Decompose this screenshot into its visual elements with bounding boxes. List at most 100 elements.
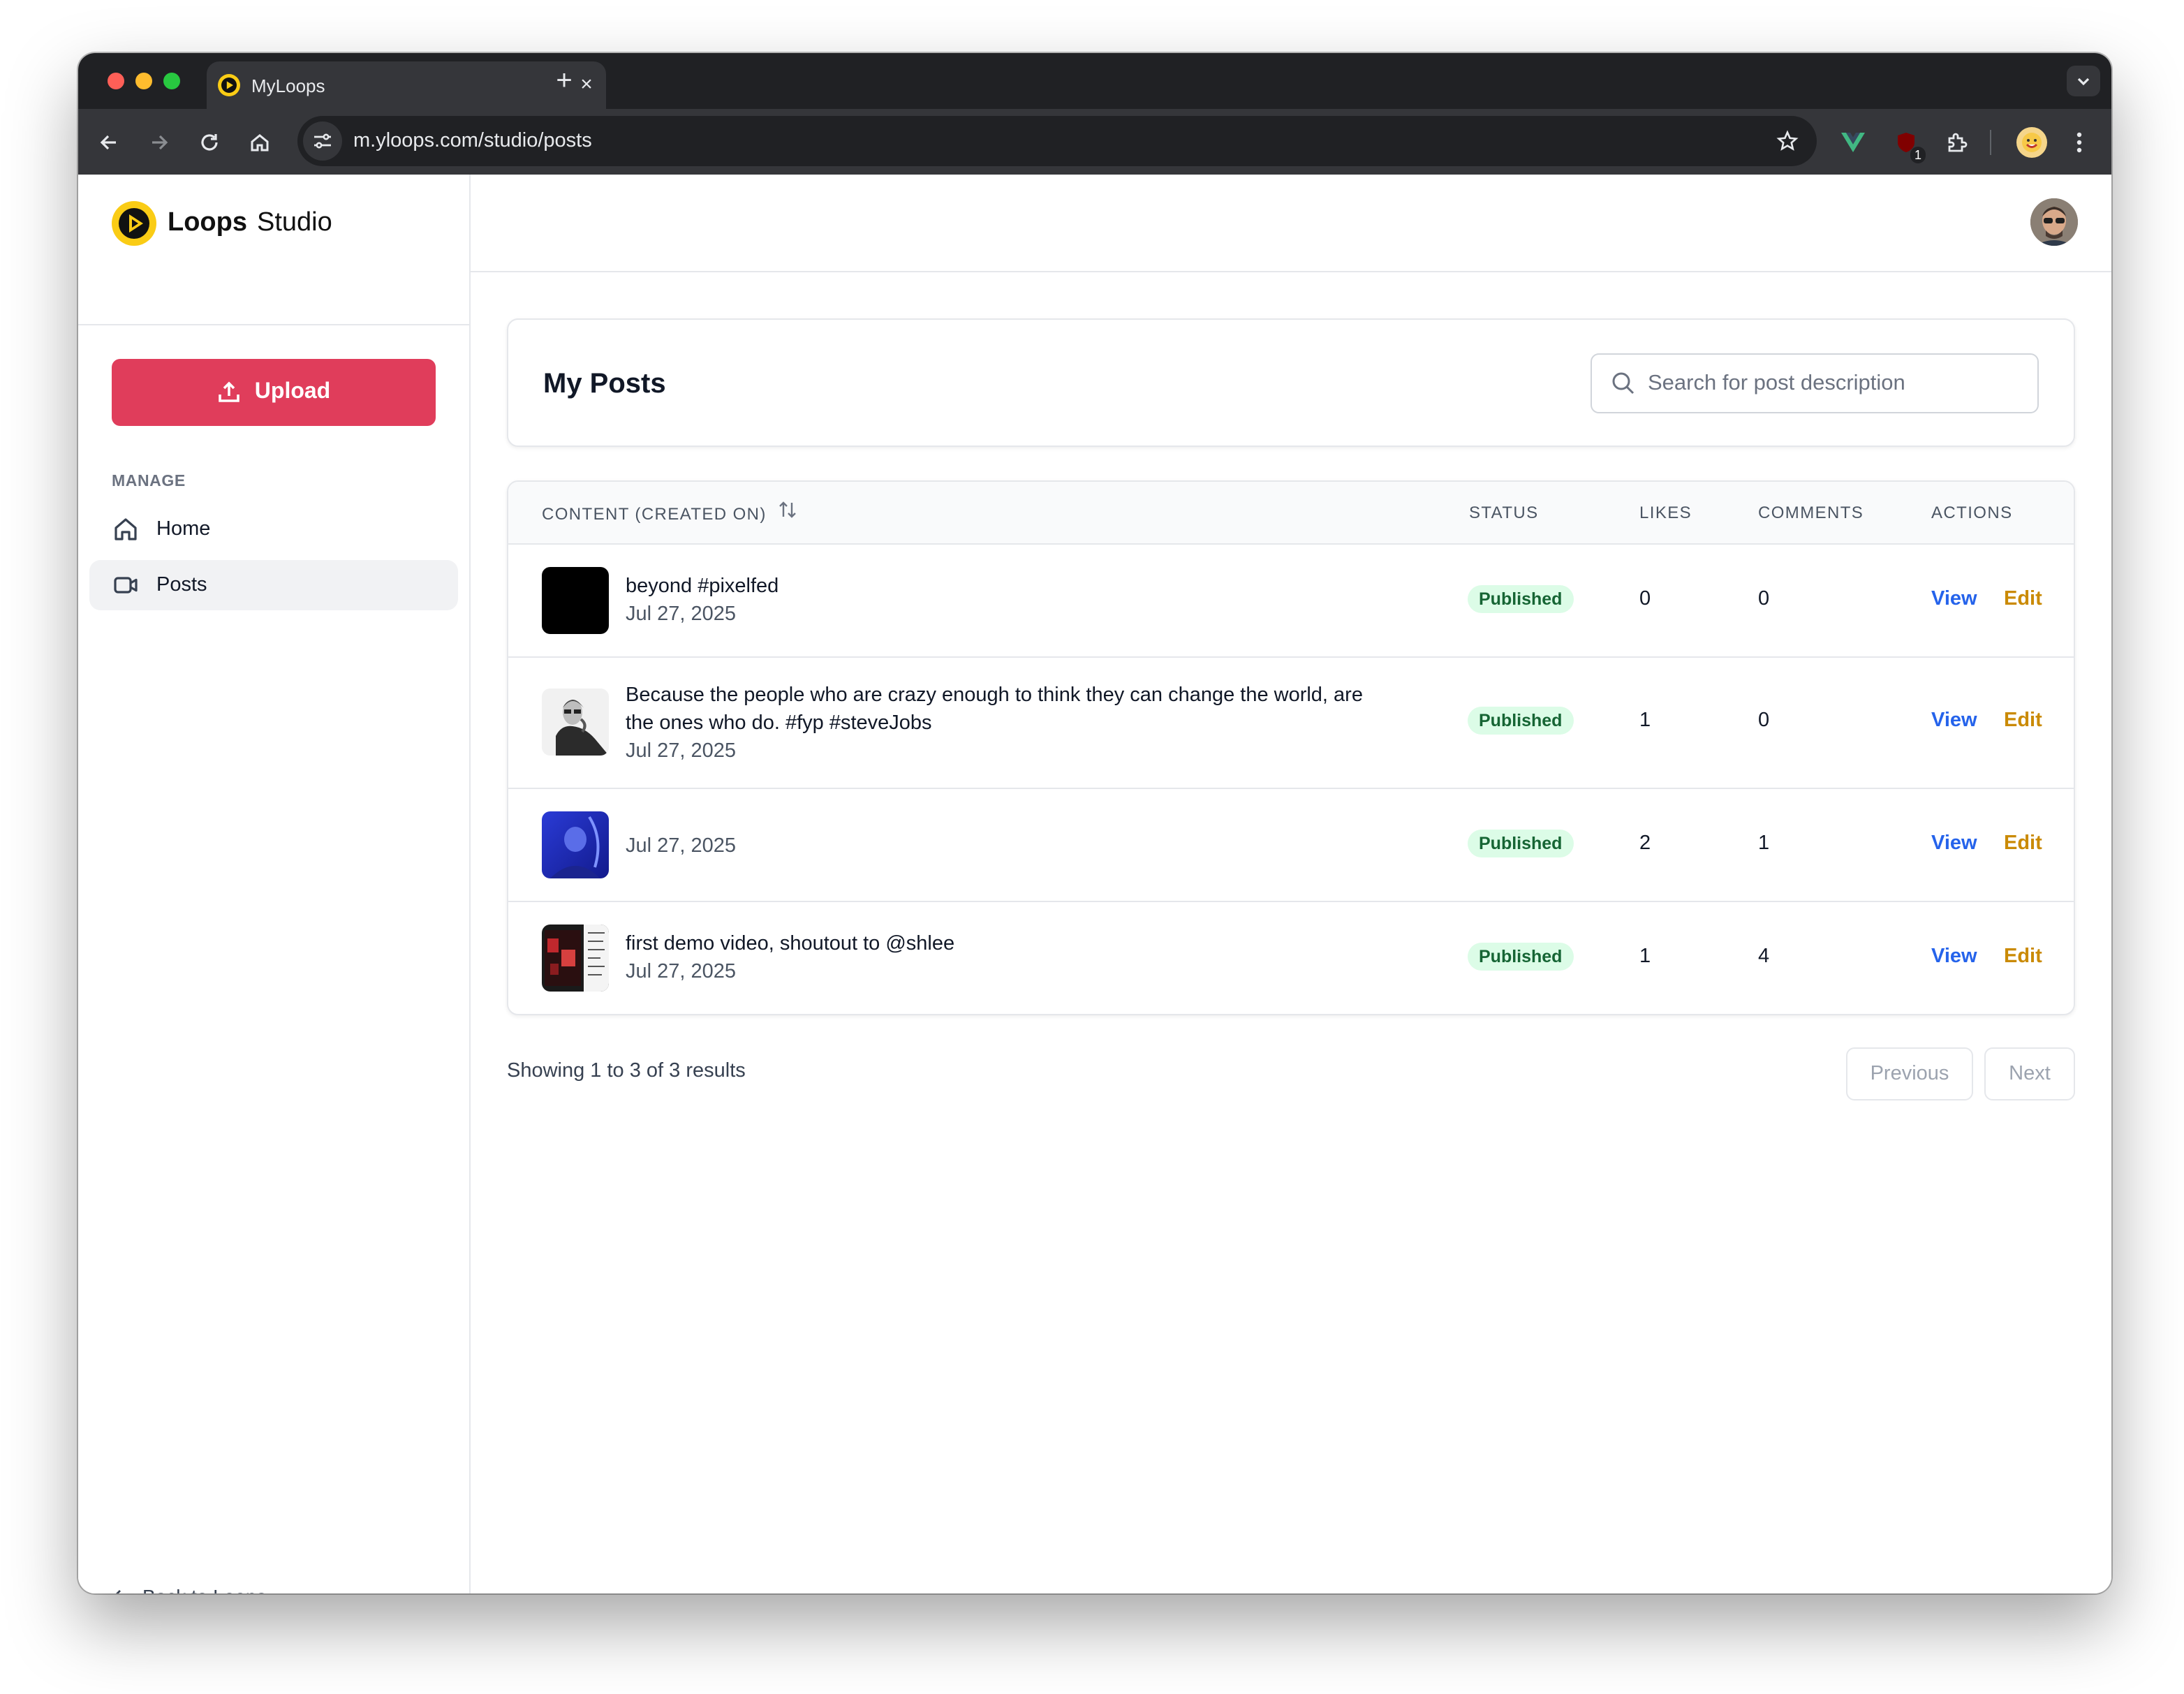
tab-title: MyLoops xyxy=(251,75,325,96)
post-date: Jul 27, 2025 xyxy=(626,961,737,983)
profile-button[interactable] xyxy=(2016,127,2047,158)
tab-bar: MyLoops × + xyxy=(78,53,2111,109)
profile-avatar-icon xyxy=(2022,133,2042,152)
post-description-line2: the ones who do. #fyp #steveJobs xyxy=(626,712,932,735)
post-thumbnail[interactable] xyxy=(542,811,609,878)
view-link[interactable]: View xyxy=(1931,709,1977,732)
view-link[interactable]: View xyxy=(1931,588,1977,610)
upload-icon xyxy=(219,381,240,402)
puzzle-icon xyxy=(1947,132,1967,152)
home-button[interactable] xyxy=(243,126,276,159)
post-content-cell: beyond #pixelfed Jul 27, 2025 xyxy=(626,573,1408,628)
edit-link[interactable]: Edit xyxy=(2004,709,2042,732)
new-tab-button[interactable]: + xyxy=(545,61,584,101)
user-photo-icon xyxy=(2030,198,2078,246)
sort-icon[interactable] xyxy=(778,499,797,521)
column-content[interactable]: CONTENT (CREATED ON) xyxy=(542,504,767,524)
edit-link[interactable]: Edit xyxy=(2004,588,2042,610)
sidebar-item-home[interactable]: Home xyxy=(89,504,458,554)
top-header xyxy=(471,175,2111,272)
previous-button[interactable]: Previous xyxy=(1846,1047,1973,1100)
table-row: Because the people who are crazy enough … xyxy=(508,658,2074,789)
post-description: beyond #pixelfed xyxy=(626,575,779,598)
post-thumbnail[interactable] xyxy=(542,925,609,992)
vue-devtools-extension[interactable] xyxy=(1836,126,1870,159)
upload-label: Upload xyxy=(254,380,331,404)
post-description: Because the people who are crazy enough … xyxy=(626,684,1363,707)
portrait-thumbnail-icon xyxy=(542,688,609,756)
ublock-extension[interactable]: 1 xyxy=(1889,126,1926,163)
view-link[interactable]: View xyxy=(1931,832,1977,855)
address-bar[interactable]: m.yloops.com/studio/posts xyxy=(297,116,1817,166)
browser-toolbar: m.yloops.com/studio/posts 1 xyxy=(78,109,2111,175)
close-window-button[interactable] xyxy=(108,73,124,89)
loops-favicon-icon xyxy=(218,74,240,96)
screen-recording-thumbnail-icon xyxy=(542,925,609,992)
extensions-button[interactable] xyxy=(1940,126,1973,159)
posts-header-card: My Posts xyxy=(507,318,2075,447)
user-avatar[interactable] xyxy=(2030,198,2078,246)
view-link[interactable]: View xyxy=(1931,945,1977,968)
status-badge: Published xyxy=(1468,707,1574,735)
status-badge: Published xyxy=(1468,585,1574,613)
comments-count: 0 xyxy=(1758,709,1770,732)
manage-section-label: MANAGE xyxy=(112,473,186,490)
likes-count: 1 xyxy=(1639,709,1651,732)
sidebar-item-posts[interactable]: Posts xyxy=(89,560,458,610)
back-to-loops-link[interactable]: Back to Loops xyxy=(112,1585,266,1593)
extension-badge: 1 xyxy=(1910,147,1926,163)
star-icon xyxy=(1776,130,1799,151)
upload-button[interactable]: Upload xyxy=(112,359,436,426)
tab-search-button[interactable] xyxy=(2067,66,2100,96)
sidebar: Loops Studio Upload MANAGE Home Posts Ba… xyxy=(78,175,471,1593)
likes-count: 2 xyxy=(1639,832,1651,855)
reload-button[interactable] xyxy=(193,126,226,159)
brand-logo[interactable]: Loops Studio xyxy=(112,201,332,246)
next-button[interactable]: Next xyxy=(1984,1047,2075,1100)
browser-window: MyLoops × + m.yloops.com/studio/posts 1 … xyxy=(78,53,2111,1593)
back-link-label: Back to Loops xyxy=(142,1585,266,1593)
comments-count: 1 xyxy=(1758,832,1770,855)
arrow-left-icon xyxy=(116,1590,121,1593)
post-content-cell: Jul 27, 2025 xyxy=(626,832,1408,860)
search-input[interactable] xyxy=(1648,371,2011,396)
loops-logo-icon xyxy=(112,201,156,246)
maximize-window-button[interactable] xyxy=(163,73,180,89)
url-text[interactable]: m.yloops.com/studio/posts xyxy=(353,130,1766,152)
edit-link[interactable]: Edit xyxy=(2004,832,2042,855)
likes-count: 1 xyxy=(1639,945,1651,968)
table-row: first demo video, shoutout to @shlee Jul… xyxy=(508,902,2074,1014)
search-box[interactable] xyxy=(1591,353,2039,413)
home-icon xyxy=(251,134,269,152)
post-content-cell: Because the people who are crazy enough … xyxy=(626,682,1408,765)
toolbar-separator xyxy=(1990,130,1991,155)
status-badge: Published xyxy=(1468,943,1574,971)
arrow-right-icon xyxy=(152,135,168,150)
video-icon xyxy=(114,577,138,594)
post-content-cell: first demo video, shoutout to @shlee Jul… xyxy=(626,930,1408,986)
more-vertical-icon xyxy=(2076,132,2082,153)
post-date: Jul 27, 2025 xyxy=(626,835,737,857)
edit-link[interactable]: Edit xyxy=(2004,945,2042,968)
back-button[interactable] xyxy=(92,126,126,159)
minimize-window-button[interactable] xyxy=(135,73,152,89)
page-title: My Posts xyxy=(543,369,666,399)
browser-menu-button[interactable] xyxy=(2063,126,2096,159)
post-thumbnail[interactable] xyxy=(542,688,609,756)
forward-button[interactable] xyxy=(142,126,176,159)
vue-icon xyxy=(1841,133,1865,152)
arrow-left-icon xyxy=(100,135,116,150)
site-info-button[interactable] xyxy=(303,121,342,161)
post-date: Jul 27, 2025 xyxy=(626,740,737,763)
home-icon xyxy=(115,518,137,540)
post-thumbnail[interactable] xyxy=(542,567,609,634)
tune-icon xyxy=(314,133,331,149)
column-actions: ACTIONS xyxy=(1931,503,2013,522)
blue-scene-thumbnail-icon xyxy=(542,811,609,878)
post-description: first demo video, shoutout to @shlee xyxy=(626,933,955,955)
table-row: beyond #pixelfed Jul 27, 2025 Published … xyxy=(508,545,2074,658)
sidebar-item-label: Home xyxy=(156,518,211,540)
reload-icon xyxy=(201,134,218,151)
bookmark-star-button[interactable] xyxy=(1766,130,1808,152)
table-row: Jul 27, 2025 Published 2 1 View Edit xyxy=(508,789,2074,902)
